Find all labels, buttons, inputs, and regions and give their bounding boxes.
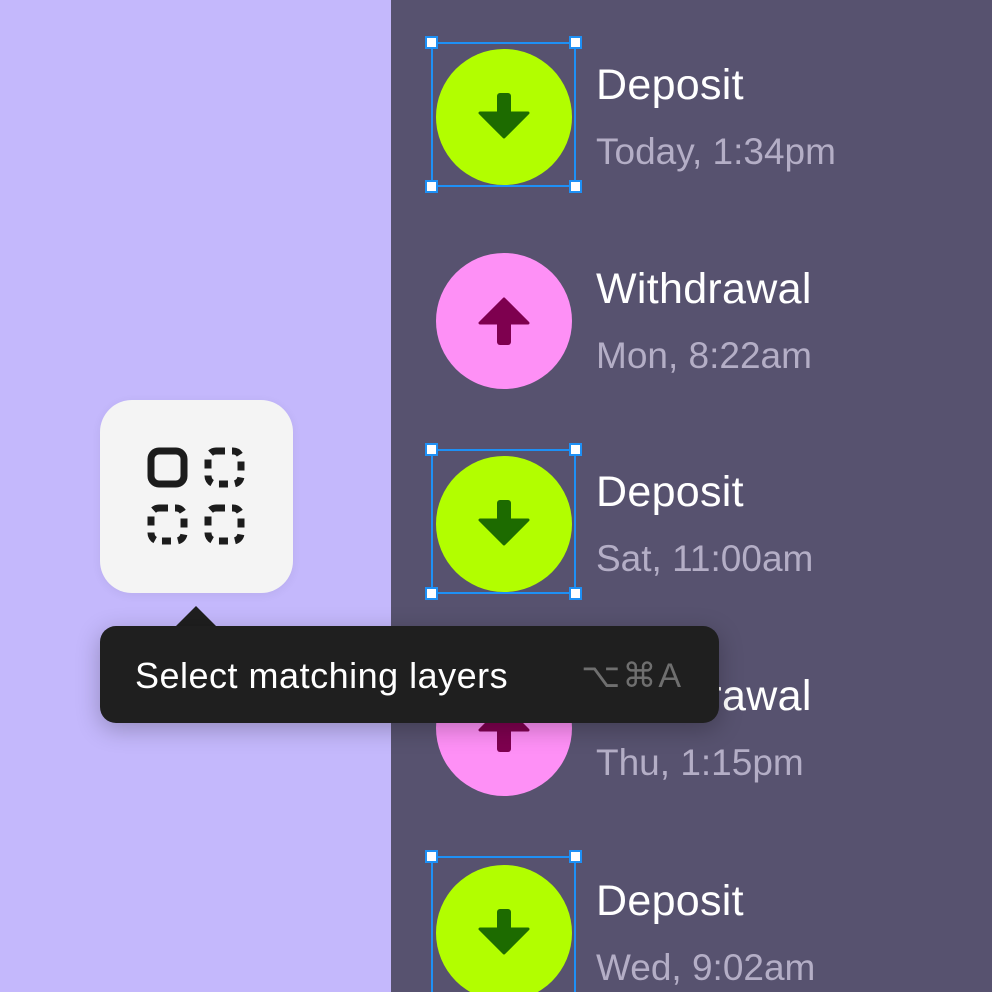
transaction-title: Deposit — [596, 61, 744, 109]
selection-box[interactable] — [425, 443, 582, 600]
tooltip-label: Select matching layers — [135, 655, 509, 696]
transaction-title: Deposit — [596, 877, 744, 925]
transaction-time: Mon, 8:22am — [596, 335, 812, 376]
arrow-up-icon — [478, 297, 530, 345]
resize-handle[interactable] — [569, 443, 582, 456]
tooltip-caret — [174, 606, 218, 628]
resize-handle[interactable] — [569, 36, 582, 49]
transaction-title: Deposit — [596, 468, 744, 516]
resize-handle[interactable] — [569, 180, 582, 193]
transaction-time: Today, 1:34pm — [596, 131, 836, 172]
resize-handle[interactable] — [569, 850, 582, 863]
resize-handle[interactable] — [425, 587, 438, 600]
selection-box[interactable] — [425, 36, 582, 193]
transaction-title: Withdrawal — [596, 265, 812, 313]
resize-handle[interactable] — [425, 443, 438, 456]
resize-handle[interactable] — [425, 180, 438, 193]
transaction-time: Sat, 11:00am — [596, 538, 814, 579]
transaction-time: Wed, 9:02am — [596, 947, 816, 988]
keyboard-shortcut: ⌥⌘A — [581, 657, 683, 695]
transaction-time: Thu, 1:15pm — [596, 742, 804, 783]
resize-handle[interactable] — [425, 36, 438, 49]
select-matching-layers-icon — [147, 447, 245, 545]
resize-handle[interactable] — [425, 850, 438, 863]
tooltip: Select matching layers ⌥⌘A — [100, 626, 719, 723]
select-matching-layers-button[interactable] — [100, 400, 293, 593]
transaction-list-frame: Deposit Today, 1:34pm Withdrawal Mon, 8:… — [391, 0, 992, 992]
resize-handle[interactable] — [569, 587, 582, 600]
withdrawal-circle[interactable] — [436, 253, 572, 389]
selection-box[interactable] — [425, 850, 582, 992]
transaction-item-withdrawal[interactable]: Withdrawal Mon, 8:22am — [436, 253, 956, 403]
